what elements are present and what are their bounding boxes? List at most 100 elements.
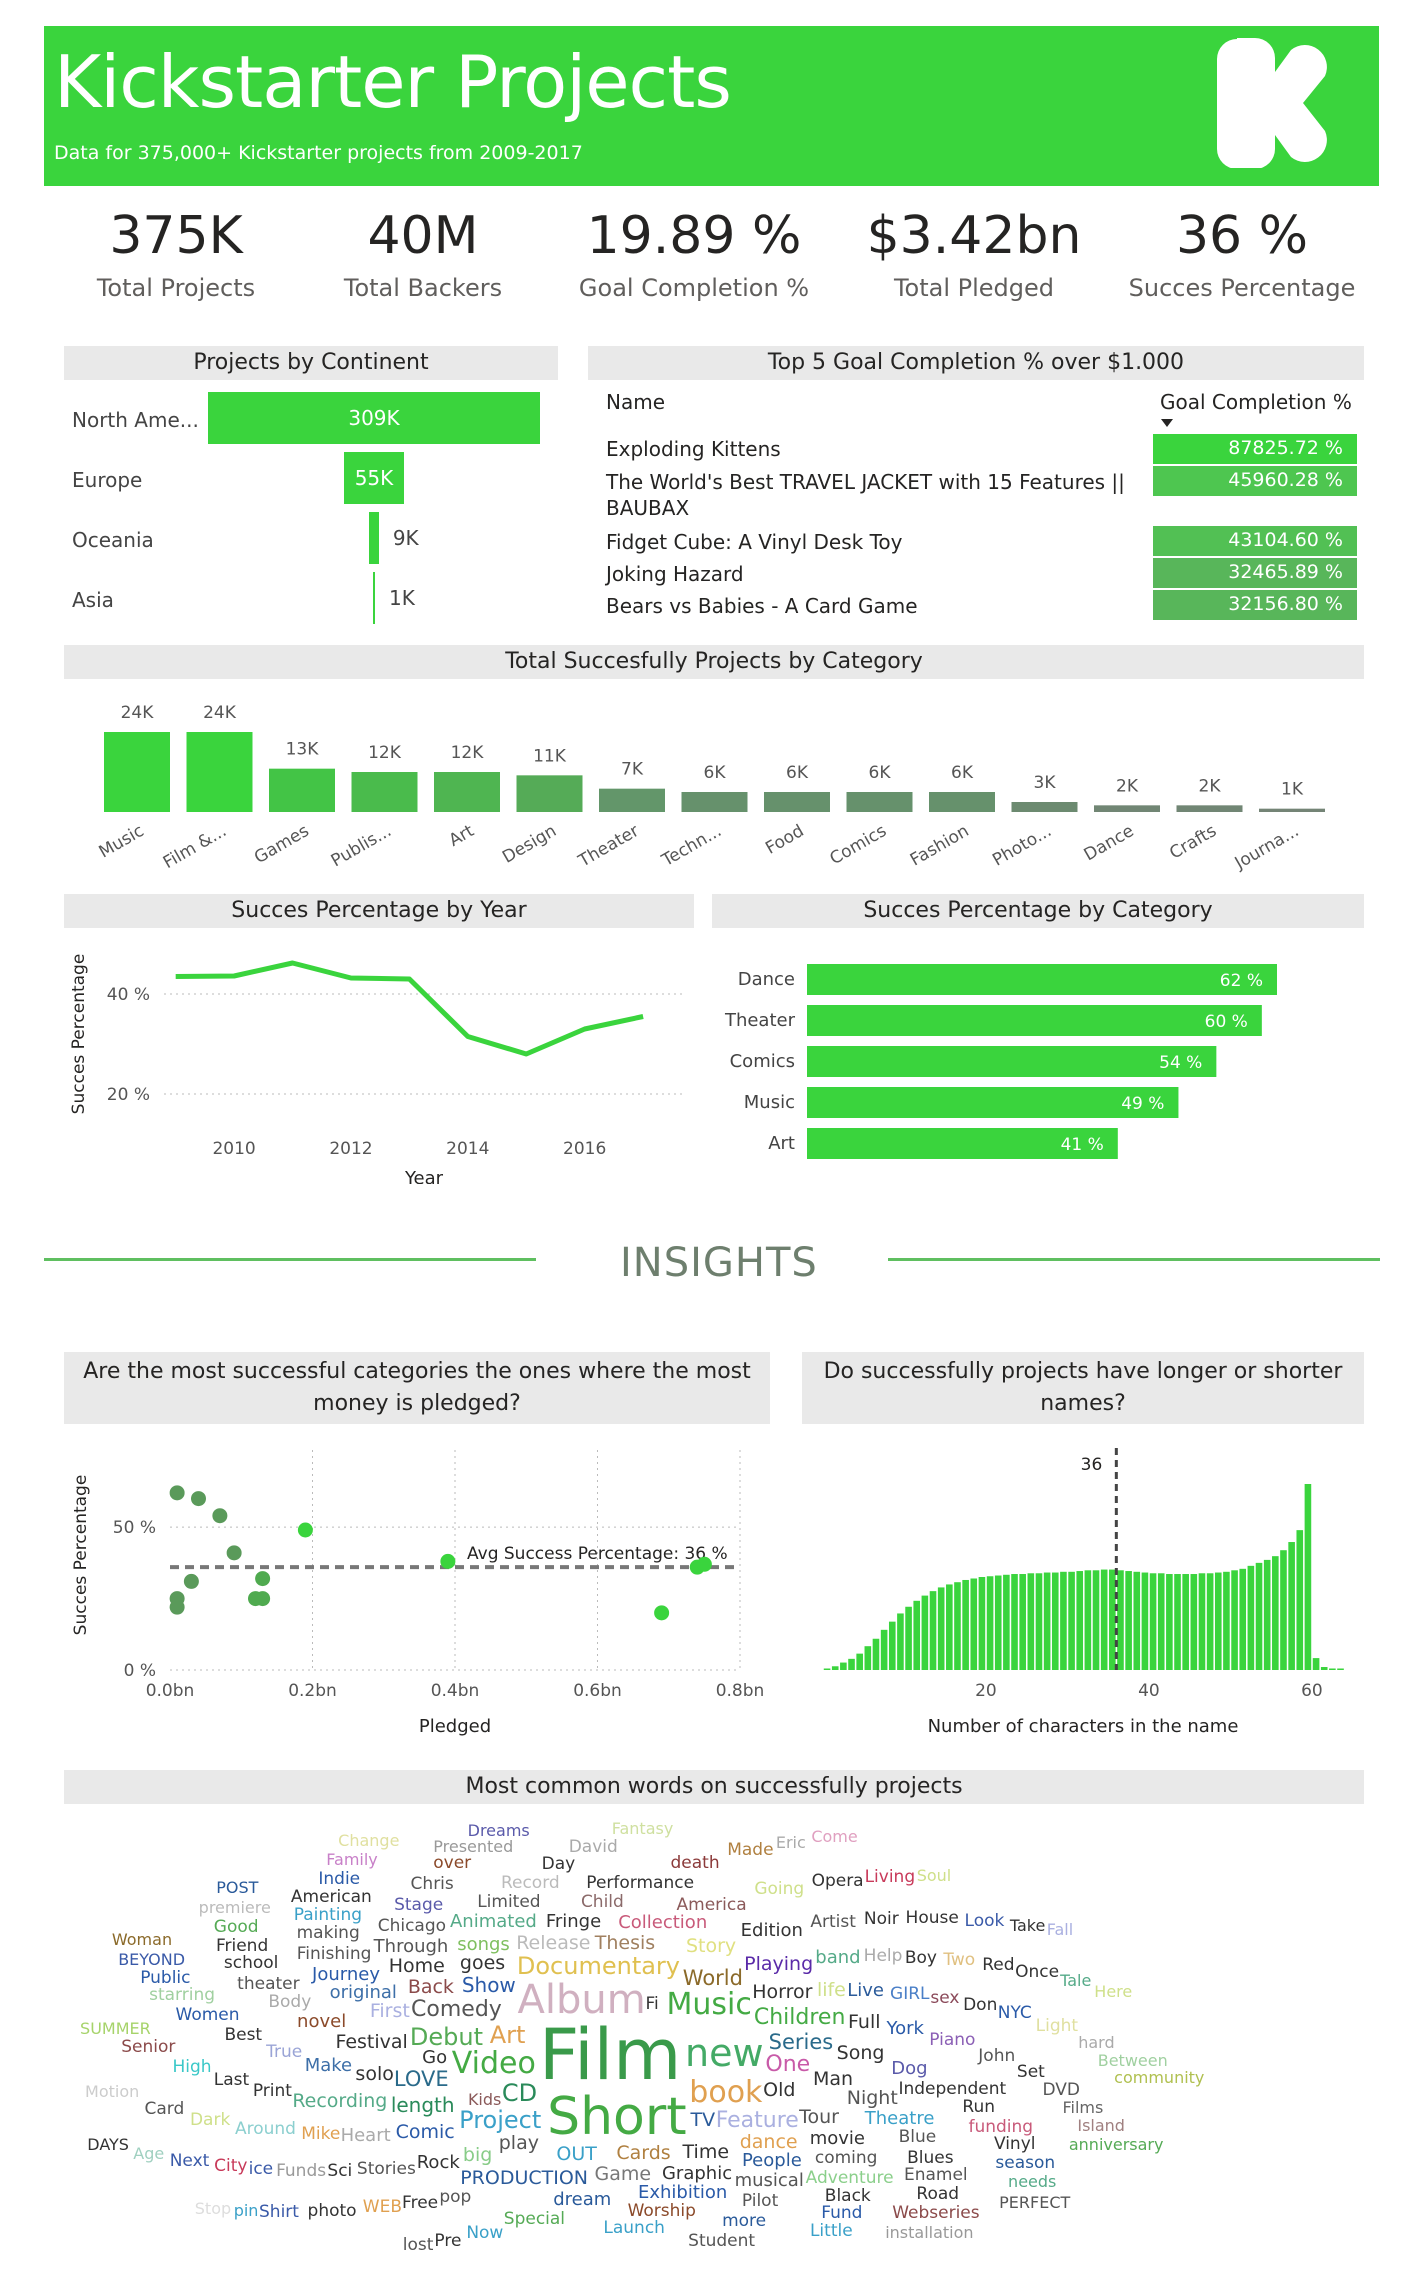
- category-tick-label: Design: [499, 821, 560, 868]
- word-cloud-word: dance: [739, 2130, 798, 2153]
- sort-descending-icon[interactable]: [1160, 418, 1174, 428]
- word-cloud-word: novel: [297, 2011, 347, 2033]
- word-cloud-word: Between: [1097, 2051, 1168, 2071]
- word-cloud-word: Stage: [394, 1895, 444, 1916]
- year-x-tick-label: 2010: [212, 1139, 255, 1159]
- histogram-bar: [1149, 1573, 1157, 1670]
- category-tick-label: Food: [762, 821, 807, 859]
- category-tick-label: Fashion: [907, 821, 973, 870]
- histogram-bar: [1272, 1556, 1279, 1670]
- year-y-tick-label: 40 %: [107, 985, 150, 1005]
- category-bar-value-label: 6K: [869, 763, 892, 783]
- histogram-bar: [1157, 1573, 1165, 1670]
- category-bar: [186, 732, 253, 812]
- histogram-bar: [831, 1666, 839, 1670]
- word-cloud-word: Recording: [292, 2090, 388, 2113]
- histogram-bar: [1003, 1574, 1010, 1670]
- histogram-bar: [1076, 1571, 1084, 1670]
- word-cloud-word: school: [223, 1953, 279, 1974]
- word-cloud-word: Come: [811, 1827, 858, 1847]
- year-panel-title: Succes Percentage by Year: [64, 894, 694, 928]
- word-cloud-word: Full: [848, 2011, 881, 2034]
- catpct-category-label: Music: [744, 1092, 795, 1113]
- kpi-goal-completion: 19.89 % Goal Completion %: [564, 206, 824, 302]
- scatter-point: [191, 1491, 206, 1507]
- word-cloud-word: theater: [237, 1973, 300, 1994]
- continent-label: Europe: [72, 468, 143, 492]
- word-cloud-word: Debut: [409, 2022, 484, 2051]
- word-cloud-word: band: [815, 1947, 861, 1969]
- word-cloud-word: ice: [248, 2158, 274, 2179]
- histogram-bar: [929, 1591, 937, 1670]
- word-cloud-word: Graphic: [661, 2163, 733, 2185]
- word-cloud-word: Man: [813, 2067, 854, 2090]
- word-cloud-word: big: [462, 2143, 493, 2166]
- word-cloud-word: Pilot: [741, 2190, 779, 2211]
- word-cloud-word: Red: [982, 1955, 1015, 1976]
- word-cloud-word: Enamel: [903, 2165, 968, 2186]
- word-cloud-word: Comic: [395, 2121, 455, 2144]
- word-cloud-word: solo: [355, 2063, 394, 2086]
- histogram-bar: [905, 1606, 912, 1670]
- word-cloud-word: Video: [451, 2046, 536, 2082]
- word-cloud-word: Stories: [356, 2158, 416, 2179]
- category-bar-value-label: 12K: [451, 743, 485, 763]
- catpct-value-label: 54 %: [1159, 1053, 1202, 1073]
- word-cloud-word: new: [685, 2031, 764, 2076]
- word-cloud-word: death: [670, 1853, 720, 1874]
- word-cloud-word: DVD: [1042, 2080, 1081, 2101]
- histogram-bar: [1198, 1573, 1206, 1670]
- continent-label: Oceania: [72, 528, 154, 552]
- category-bar: [434, 772, 500, 812]
- word-cloud-word: Go: [422, 2046, 448, 2068]
- kpi-value: 19.89 %: [586, 206, 802, 266]
- category-bar: [846, 792, 913, 812]
- word-cloud-word: True: [266, 2042, 303, 2063]
- word-cloud-word: Heart: [340, 2124, 391, 2146]
- category-tick-label: Publis...: [328, 821, 395, 871]
- kpi-value: 40M: [367, 206, 479, 266]
- word-cloud-word: Body: [268, 1992, 312, 2013]
- word-cloud-word: season: [995, 2152, 1056, 2173]
- word-cloud-word: Age: [133, 2144, 165, 2164]
- word-cloud-word: Dark: [189, 2109, 231, 2130]
- page-subtitle: Data for 375,000+ Kickstarter projects f…: [54, 142, 583, 164]
- histogram-bar: [1223, 1571, 1230, 1670]
- top5-col-value-header[interactable]: Goal Completion %: [1160, 390, 1352, 414]
- histogram-bar: [872, 1638, 880, 1670]
- histogram-bar: [1214, 1572, 1222, 1670]
- histogram-bar: [1280, 1550, 1287, 1670]
- histogram-bar: [937, 1587, 945, 1670]
- word-cloud-word: life: [816, 1978, 846, 2001]
- category-bar: [681, 792, 748, 812]
- histogram-bar: [864, 1646, 872, 1670]
- word-cloud-word: Around: [234, 2119, 296, 2140]
- word-cloud-word: Playing: [744, 1952, 814, 1975]
- word-cloud-word: Children: [753, 2004, 846, 2030]
- word-cloud-word: Blues: [907, 2147, 954, 2168]
- histogram-bar: [1117, 1570, 1124, 1670]
- word-cloud-word: Comedy: [411, 1997, 502, 2023]
- word-cloud-word: Independent: [898, 2079, 1007, 2100]
- category-bar-chart: 24K Music 24K Film &... 13K Games 12K Publis...…: [96, 703, 1325, 874]
- histogram-bar: [1206, 1573, 1214, 1670]
- histogram-bar: [1231, 1570, 1238, 1670]
- category-bar: [599, 788, 665, 812]
- category-panel-title: Total Succesfully Projects by Category: [64, 645, 1364, 679]
- word-cloud-word: Last: [213, 2070, 250, 2091]
- catpct-bar: [807, 1046, 1217, 1077]
- avg-success-reference-label: Avg Success Percentage: 36 %: [467, 1544, 728, 1564]
- kpi-label: Total Projects: [96, 274, 256, 302]
- word-cloud-word: making: [296, 1923, 360, 1944]
- word-cloud-word: needs: [1008, 2172, 1057, 2192]
- year-series-line: [175, 960, 644, 1057]
- word-cloud-word: Here: [1094, 1982, 1133, 2002]
- word-cloud-word: Woman: [111, 1929, 173, 1949]
- word-cloud-word: Dreams: [467, 1820, 530, 1840]
- top5-col-name-header[interactable]: Name: [606, 390, 665, 414]
- word-cloud-word: Set: [1016, 2061, 1045, 2082]
- word-cloud-word: Cards: [616, 2142, 671, 2165]
- word-cloud-word: hard: [1078, 2032, 1115, 2052]
- histogram-bar: [1027, 1573, 1035, 1670]
- histogram-bar: [823, 1668, 831, 1670]
